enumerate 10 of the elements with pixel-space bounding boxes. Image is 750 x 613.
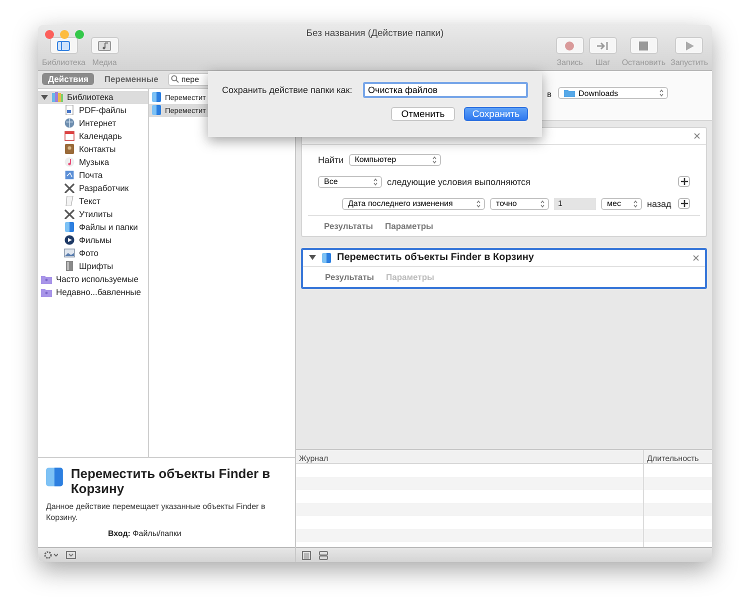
workflow-label: в xyxy=(547,89,552,99)
action-title: Переместить объекты Finder в Корзину xyxy=(337,252,535,264)
field-label: Сохранить действие папки как: xyxy=(222,85,352,95)
action-title: Переместить объекты Finder в Корзину xyxy=(70,466,272,496)
field-label: Найти xyxy=(318,154,344,165)
window-title: Без названия (Действие папки) xyxy=(306,28,444,39)
condition-label: следующие условия выполняются xyxy=(387,176,530,187)
action-description: Данное действие перемещает указанные объекты Finder в Корзину. xyxy=(46,501,266,524)
condition-label: назад xyxy=(647,198,672,209)
input-type: Вход: Файлы/папки xyxy=(108,529,182,538)
